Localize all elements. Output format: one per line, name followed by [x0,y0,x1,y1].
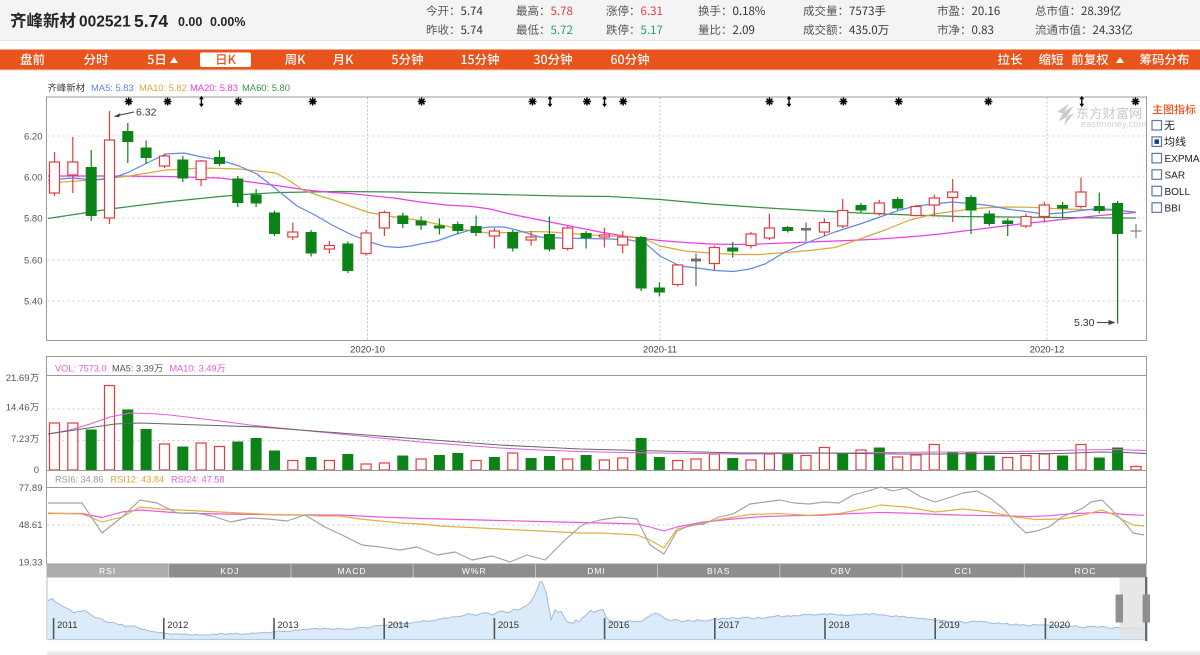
svg-text:BBI: BBI [1165,203,1181,214]
svg-text:DMI: DMI [587,566,606,576]
svg-text:6.00: 6.00 [24,173,43,184]
svg-text:CCI: CCI [954,566,972,576]
svg-text:2014: 2014 [388,620,409,631]
svg-text:5.30: 5.30 [1074,317,1095,329]
svg-text:2020-10: 2020-10 [350,345,385,356]
svg-text:21.69: 21.69 [6,373,30,384]
svg-text:MA10: 5.82: MA10: 5.82 [139,82,187,93]
svg-text:W%R: W%R [462,566,487,576]
svg-text:RSI12: 43.84: RSI12: 43.84 [111,475,165,485]
svg-text:MA5: 5.83: MA5: 5.83 [91,82,134,93]
svg-text:2012: 2012 [167,620,188,631]
svg-text:KDJ: KDJ [220,566,239,576]
svg-text:0.00%: 0.00% [210,15,245,29]
svg-text:VOL: 7573.0: VOL: 7573.0 [55,364,107,374]
svg-text:eastmoney.com: eastmoney.com [1081,119,1146,129]
svg-text:2019: 2019 [939,620,960,631]
svg-text:6.32: 6.32 [136,107,157,119]
svg-text:RSI: RSI [99,566,116,576]
svg-text:2020-11: 2020-11 [643,345,677,356]
svg-text:2013: 2013 [278,620,299,631]
svg-text:EXPMA: EXPMA [1165,154,1200,165]
svg-text:2020: 2020 [1049,620,1070,631]
svg-text:OBV: OBV [830,566,851,576]
svg-text:5.60: 5.60 [24,256,43,267]
svg-text:5.74: 5.74 [134,11,168,31]
svg-text:2017: 2017 [718,620,739,631]
svg-text:19.33: 19.33 [19,558,43,569]
svg-text:2015: 2015 [498,620,519,631]
svg-text:BIAS: BIAS [707,566,730,576]
svg-text:5.40: 5.40 [24,297,43,308]
svg-text:0.00: 0.00 [178,15,202,29]
svg-text:MA5: 3.39: MA5: 3.39 [112,364,154,374]
svg-text:002521: 002521 [79,14,131,31]
svg-text:SAR: SAR [1165,170,1186,181]
svg-text:BOLL: BOLL [1165,187,1191,198]
svg-text:2016: 2016 [608,620,629,631]
svg-text:RSI24: 47.58: RSI24: 47.58 [171,475,225,485]
svg-text:0: 0 [34,465,39,476]
svg-text:2018: 2018 [829,620,850,631]
svg-text:RSI6: 34.86: RSI6: 34.86 [55,475,104,485]
svg-text:77.89: 77.89 [19,483,43,494]
svg-text:MA60: 5.80: MA60: 5.80 [242,82,290,93]
svg-text:2011: 2011 [57,620,77,631]
svg-text:7.23: 7.23 [11,434,30,445]
svg-text:5.80: 5.80 [24,214,43,225]
svg-text:6.20: 6.20 [24,132,43,143]
svg-text:MACD: MACD [338,566,367,576]
svg-text:MA10: 3.49: MA10: 3.49 [170,364,217,374]
svg-text:ROC: ROC [1074,566,1096,576]
svg-text:2020-12: 2020-12 [1030,345,1065,356]
svg-text:14.46: 14.46 [6,403,30,414]
svg-text:MA20: 5.83: MA20: 5.83 [190,82,238,93]
svg-text:48.61: 48.61 [19,520,43,531]
